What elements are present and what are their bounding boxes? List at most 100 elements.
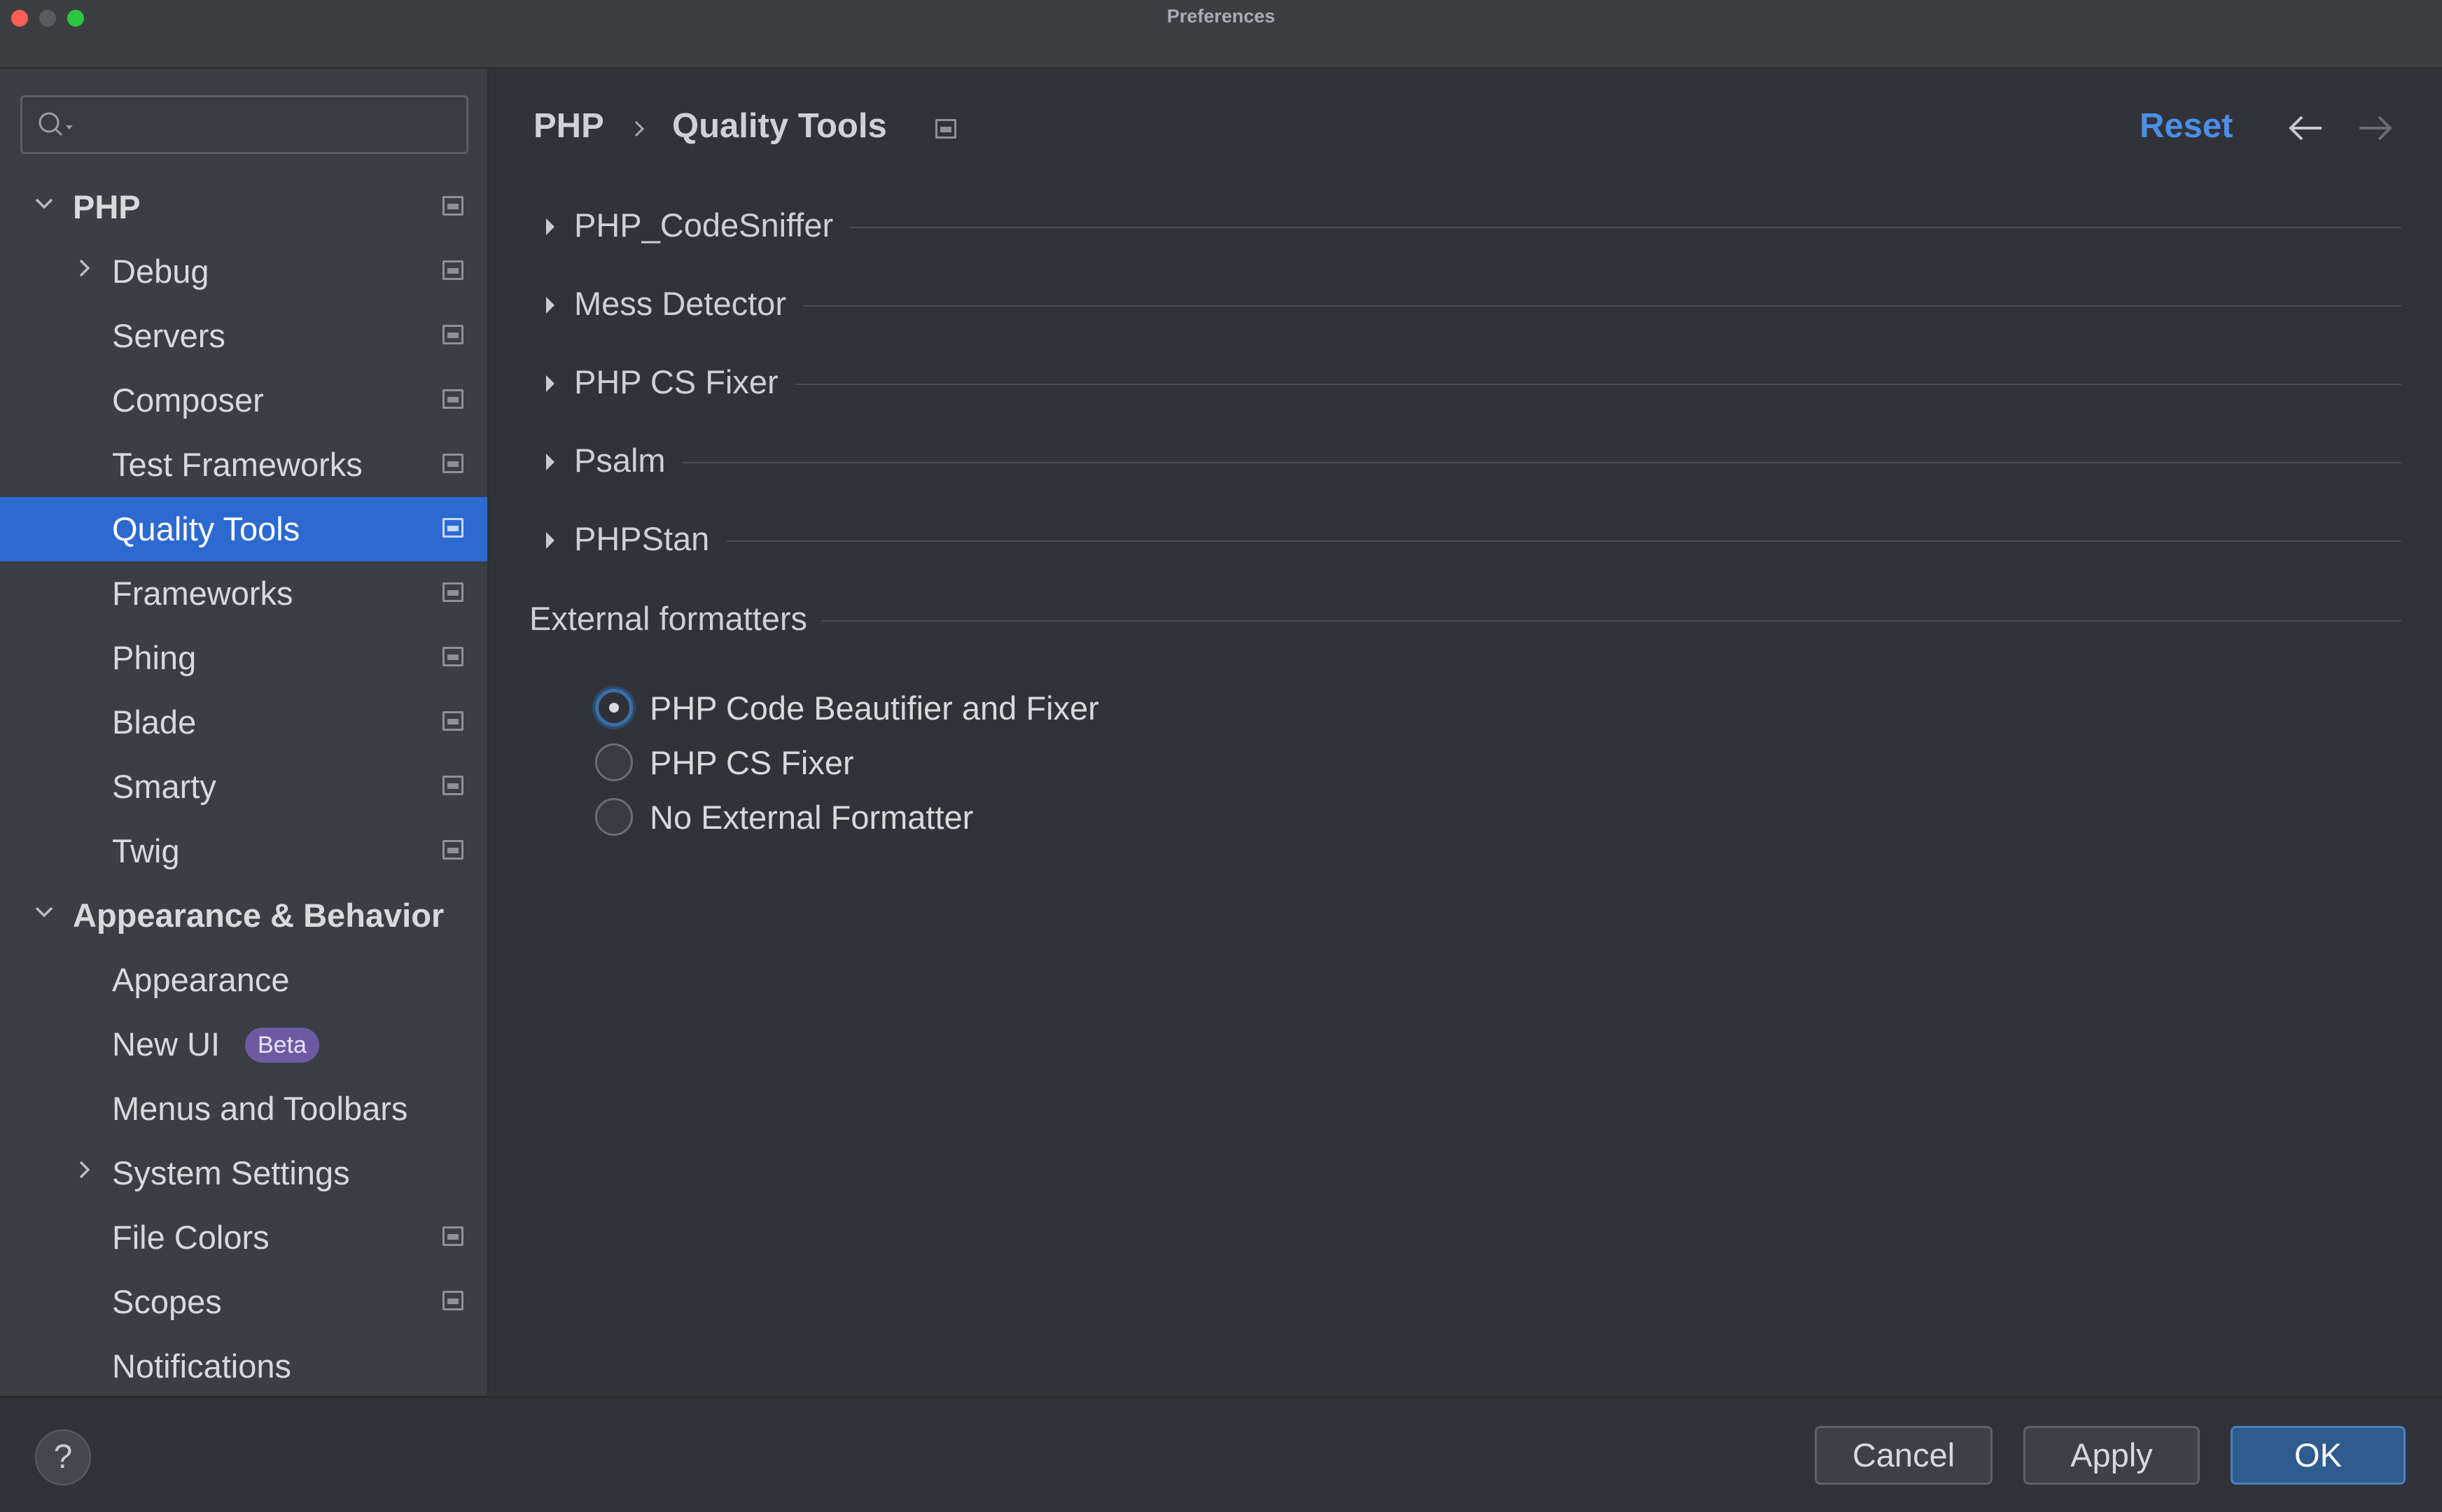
- radio-button[interactable]: [595, 743, 633, 781]
- expand-triangle-icon: [546, 532, 554, 549]
- project-level-icon: [442, 389, 463, 409]
- sidebar-item-label: PHP: [73, 188, 141, 225]
- project-level-icon: [442, 1226, 463, 1246]
- sidebar-item-label: Debug: [112, 253, 209, 290]
- sidebar-item-label: File Colors: [112, 1219, 270, 1256]
- sidebar-item-appearance-behavior[interactable]: Appearance & Behavior: [0, 883, 487, 948]
- sidebar-item-phing[interactable]: Phing: [0, 626, 487, 690]
- sidebar-item-label: Phing: [112, 639, 197, 676]
- arrow-right-icon[interactable]: [2355, 111, 2394, 146]
- project-level-icon: [442, 325, 463, 344]
- section-phpstan[interactable]: PHPStan: [539, 512, 2401, 568]
- project-level-icon: [442, 518, 463, 538]
- sidebar-item-label: Twig: [112, 832, 180, 869]
- sidebar-item-menus-toolbars[interactable]: Menus and Toolbars: [0, 1077, 487, 1141]
- sidebar-item-test-frameworks[interactable]: Test Frameworks: [0, 433, 487, 497]
- project-level-icon: [442, 454, 463, 473]
- radio-label: No External Formatter: [650, 799, 974, 836]
- chevron-right-icon: [79, 259, 90, 277]
- expand-triangle-icon: [546, 218, 554, 235]
- sidebar-item-notifications[interactable]: Notifications: [0, 1334, 487, 1396]
- sidebar-item-label: Appearance: [112, 961, 290, 998]
- sidebar-item-composer[interactable]: Composer: [0, 368, 487, 433]
- sidebar-item-label: Scopes: [112, 1283, 222, 1320]
- sidebar-item-file-colors[interactable]: File Colors: [0, 1205, 487, 1270]
- project-level-icon: [442, 582, 463, 602]
- expand-triangle-icon: [546, 297, 554, 314]
- section-title: PHPStan: [574, 519, 727, 558]
- expand-triangle-icon: [546, 454, 554, 470]
- project-level-icon: [442, 711, 463, 731]
- sidebar-item-quality-tools[interactable]: Quality Tools: [0, 497, 487, 561]
- sidebar-item-label: New UI: [112, 1026, 221, 1063]
- project-level-icon: [935, 119, 956, 139]
- sidebar-item-label: Frameworks: [112, 575, 293, 612]
- settings-sidebar: PHP Debug Servers Composer Test Framewor…: [0, 69, 489, 1396]
- radio-label: PHP CS Fixer: [650, 744, 854, 781]
- dialog-footer: ? Cancel Apply OK: [0, 1396, 2442, 1512]
- radio-button[interactable]: [595, 798, 633, 836]
- sidebar-item-smarty[interactable]: Smarty: [0, 755, 487, 819]
- sidebar-item-twig[interactable]: Twig: [0, 819, 487, 883]
- sidebar-item-blade[interactable]: Blade: [0, 690, 487, 755]
- radio-button-checked[interactable]: [595, 689, 633, 727]
- arrow-left-icon[interactable]: [2287, 111, 2326, 146]
- section-title: PHP_CodeSniffer: [574, 206, 851, 244]
- sidebar-item-label: Blade: [112, 704, 197, 741]
- project-level-icon: [442, 776, 463, 795]
- beta-badge: Beta: [245, 1028, 319, 1063]
- cancel-button[interactable]: Cancel: [1815, 1426, 1993, 1485]
- section-divider: [574, 384, 2401, 385]
- sidebar-item-php[interactable]: PHP: [0, 175, 487, 239]
- search-icon: [39, 112, 73, 136]
- radio-label: PHP Code Beautifier and Fixer: [650, 690, 1099, 727]
- chevron-down-icon: [35, 906, 53, 918]
- sidebar-item-debug[interactable]: Debug: [0, 239, 487, 304]
- sidebar-item-label: Appearance & Behavior: [73, 897, 445, 934]
- sidebar-item-frameworks[interactable]: Frameworks: [0, 561, 487, 626]
- preferences-window: Preferences PHP Debug Servers Composer T…: [0, 0, 2442, 1512]
- sidebar-item-new-ui[interactable]: New UI Beta: [0, 1012, 487, 1077]
- title-bar: Preferences: [0, 0, 2442, 69]
- section-mess-detector[interactable]: Mess Detector: [539, 277, 2401, 333]
- sidebar-item-scopes[interactable]: Scopes: [0, 1270, 487, 1334]
- project-level-icon: [442, 647, 463, 666]
- sidebar-item-label: Test Frameworks: [112, 446, 363, 483]
- section-divider: [574, 462, 2401, 463]
- reset-link[interactable]: Reset: [2140, 106, 2233, 146]
- sidebar-item-label: Composer: [112, 382, 264, 419]
- breadcrumb-item-php[interactable]: PHP: [533, 106, 604, 146]
- project-level-icon: [442, 840, 463, 860]
- search-input[interactable]: [20, 95, 468, 154]
- sidebar-item-label: System Settings: [112, 1154, 350, 1191]
- window-title: Preferences: [1166, 6, 1276, 27]
- section-title: Mess Detector: [574, 284, 803, 323]
- apply-button[interactable]: Apply: [2023, 1426, 2200, 1485]
- sidebar-item-label: Quality Tools: [112, 510, 300, 547]
- sidebar-item-system-settings[interactable]: System Settings: [0, 1141, 487, 1205]
- settings-content: PHP Quality Tools Reset PHP_CodeSniffer …: [490, 69, 2442, 1396]
- project-level-icon: [442, 1291, 463, 1310]
- sidebar-item-appearance[interactable]: Appearance: [0, 948, 487, 1012]
- sidebar-item-label: Menus and Toolbars: [112, 1090, 408, 1127]
- external-formatters-title: External formatters: [529, 599, 822, 638]
- breadcrumb-separator-icon: [634, 120, 645, 137]
- section-php-cs-fixer[interactable]: PHP CS Fixer: [539, 356, 2401, 412]
- sidebar-item-label: Smarty: [112, 768, 216, 805]
- project-level-icon: [442, 260, 463, 280]
- help-button[interactable]: ?: [35, 1429, 91, 1485]
- sidebar-item-servers[interactable]: Servers: [0, 304, 487, 368]
- project-level-icon: [442, 196, 463, 216]
- ok-button[interactable]: OK: [2231, 1426, 2406, 1485]
- expand-triangle-icon: [546, 375, 554, 392]
- section-divider: [574, 540, 2401, 542]
- section-title: Psalm: [574, 441, 683, 479]
- sidebar-item-label: Notifications: [112, 1348, 291, 1385]
- chevron-down-icon: [35, 198, 53, 209]
- breadcrumb-item-quality-tools: Quality Tools: [672, 107, 887, 145]
- sidebar-item-label: Servers: [112, 317, 225, 354]
- section-psalm[interactable]: Psalm: [539, 434, 2401, 490]
- section-title: PHP CS Fixer: [574, 363, 795, 401]
- section-php-codesniffer[interactable]: PHP_CodeSniffer: [539, 199, 2401, 255]
- section-divider: [574, 305, 2401, 307]
